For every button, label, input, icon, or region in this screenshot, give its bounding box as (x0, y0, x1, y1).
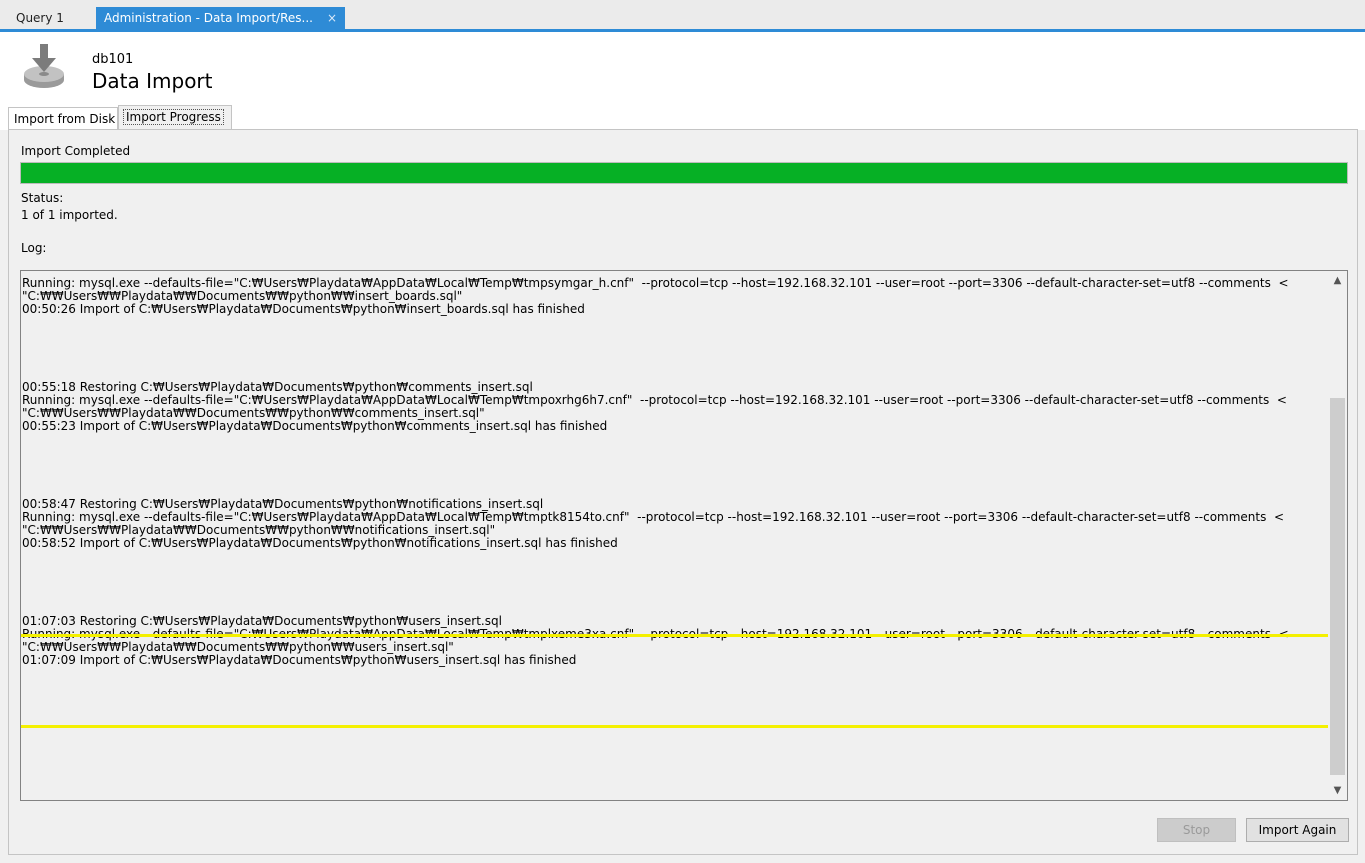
import-disk-icon (22, 42, 68, 95)
scroll-thumb[interactable] (1330, 398, 1345, 775)
tab-import-from-disk[interactable]: Import from Disk (8, 107, 118, 129)
scroll-up-icon[interactable]: ▲ (1328, 271, 1347, 290)
tab-import-progress-label: Import Progress (123, 109, 224, 125)
tab-import-progress[interactable]: Import Progress (118, 105, 232, 131)
tab-query-1-label: Query 1 (16, 11, 64, 25)
tab-admin-label: Administration - Data Import/Res... (104, 11, 313, 25)
page-header: db101 Data Import (0, 32, 1365, 103)
tab-import-from-disk-label: Import from Disk (14, 112, 116, 126)
log-text: Running: mysql.exe --defaults-file="C:₩U… (22, 277, 1289, 667)
import-progress-panel: Import Completed Status: 1 of 1 imported… (8, 129, 1358, 855)
tab-query-1[interactable]: Query 1 (8, 7, 92, 29)
close-tab-icon[interactable]: × (327, 7, 337, 29)
log-output[interactable]: Running: mysql.exe --defaults-file="C:₩U… (20, 270, 1348, 801)
import-again-button[interactable]: Import Again (1246, 818, 1349, 842)
status-label: Status: (21, 191, 64, 205)
stop-button[interactable]: Stop (1157, 818, 1236, 842)
progress-label: Import Completed (21, 144, 131, 158)
log-label: Log: (21, 241, 47, 255)
log-scrollbar[interactable]: ▲ ▼ (1328, 271, 1347, 800)
import-subtabs: Import from Disk Import Progress (0, 103, 1365, 131)
import-progress-fill (21, 163, 1347, 183)
scroll-down-icon[interactable]: ▼ (1328, 781, 1347, 800)
tab-administration-data-import[interactable]: Administration - Data Import/Res... × (96, 7, 345, 29)
database-name: db101 (92, 52, 134, 67)
status-value: 1 of 1 imported. (21, 208, 118, 222)
editor-tab-strip: Query 1 Administration - Data Import/Res… (0, 0, 1365, 32)
page-title: Data Import (92, 69, 213, 93)
import-progress-bar (20, 162, 1348, 184)
